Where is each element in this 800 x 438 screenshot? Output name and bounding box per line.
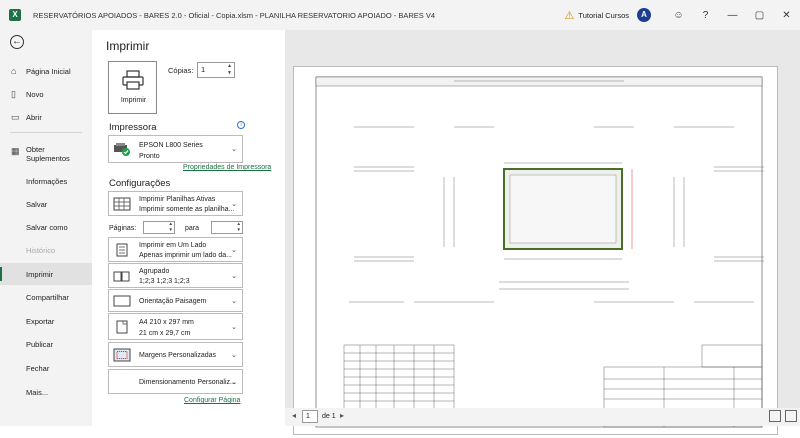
sidebar-item-home[interactable]: ⌂ Página Inicial <box>0 60 92 82</box>
copies-spinner[interactable]: ▲ ▼ <box>227 63 232 77</box>
scaling-select[interactable]: Dimensionamento Personaliz... ⌄ <box>108 369 243 394</box>
preview-drawing <box>315 76 764 428</box>
info-icon[interactable]: i <box>237 121 245 129</box>
print-button[interactable]: Imprimir <box>108 61 157 114</box>
close-button[interactable]: ✕ <box>773 10 800 21</box>
sidebar-item-info[interactable]: Informações <box>0 170 92 192</box>
pages-label: Páginas: <box>109 225 137 232</box>
sidebar-item-more[interactable]: Mais... <box>0 381 92 403</box>
new-file-icon: ▯ <box>11 88 16 99</box>
help-button[interactable]: ? <box>692 10 719 21</box>
sidebar-item-new[interactable]: ▯ Novo <box>0 83 92 105</box>
print-preview-area: ◂ 1 de 1 ▸ <box>285 30 800 435</box>
pages-from-input[interactable]: ▲ ▼ <box>143 221 175 234</box>
printer-section-title: Impressora <box>109 122 157 133</box>
chevron-down-icon: ⌄ <box>231 297 237 305</box>
page-title: Imprimir <box>106 39 150 53</box>
sidebar-item-publish[interactable]: Publicar <box>0 333 92 355</box>
sidebar-item-addins[interactable]: ▦ Obter Suplementos <box>0 140 92 168</box>
printer-ready-icon <box>114 143 130 156</box>
warning-icon[interactable]: ⚠ <box>565 9 575 22</box>
margins-icon <box>113 348 131 361</box>
title-bar: X RESERVATÓRIOS APOIADOS - BARES 2.0 - O… <box>0 0 800 30</box>
window-title: RESERVATÓRIOS APOIADOS - BARES 2.0 - Ofi… <box>33 10 436 20</box>
back-button[interactable]: ← <box>10 35 24 49</box>
print-settings-panel: Imprimir Imprimir Cópias: 1 ▲ ▼ Impressor… <box>92 30 285 426</box>
feedback-icon[interactable]: ☺ <box>665 10 692 21</box>
page-setup-link[interactable]: Configurar Página <box>184 397 240 404</box>
printer-properties-link[interactable]: Propriedades de Impressora <box>183 164 271 171</box>
minimize-button[interactable]: — <box>719 10 746 21</box>
sheet-grid-icon <box>113 197 131 210</box>
collate-icon <box>113 271 130 281</box>
one-sided-icon <box>116 243 128 256</box>
sidebar-item-open[interactable]: ▭ Abrir <box>0 106 92 128</box>
orientation-select[interactable]: Orientação Paisagem ⌄ <box>108 289 243 312</box>
folder-icon: ▭ <box>11 111 20 122</box>
sidebar-item-history: Histórico <box>26 245 56 255</box>
page-count-label: de 1 <box>322 413 336 420</box>
show-margins-button[interactable] <box>769 410 781 422</box>
chevron-down-icon: ⌄ <box>231 246 237 254</box>
chevron-down-icon: ⌄ <box>231 272 237 280</box>
chevron-down-icon: ⌄ <box>231 378 237 386</box>
excel-logo-icon: X <box>9 9 21 21</box>
chevron-down-icon: ⌄ <box>231 146 237 153</box>
landscape-icon <box>113 295 131 306</box>
grid-icon: ▦ <box>11 146 20 156</box>
preview-navigation-bar: ◂ 1 de 1 ▸ <box>285 408 800 426</box>
previous-page-button[interactable]: ◂ <box>292 411 296 420</box>
backstage-sidebar: ← ⌂ Página Inicial ▯ Novo ▭ Abrir ▦ Obte… <box>0 30 92 426</box>
settings-section-title: Configurações <box>109 178 171 189</box>
zoom-to-page-button[interactable] <box>785 410 797 422</box>
chevron-down-icon: ⌄ <box>231 351 237 359</box>
paper-icon <box>116 320 128 333</box>
copies-label: Cópias: <box>168 66 194 75</box>
sidebar-item-print[interactable]: Imprimir <box>0 263 92 285</box>
current-page-input[interactable]: 1 <box>302 410 318 423</box>
pages-from-spinner[interactable]: ▲ ▼ <box>169 221 173 233</box>
restore-button[interactable]: ▢ <box>746 10 773 21</box>
margins-select[interactable]: Margens Personalizadas ⌄ <box>108 342 243 367</box>
printer-select[interactable]: EPSON L800 Series Pronto ⌄ <box>108 135 243 163</box>
sidebar-item-share[interactable]: Compartilhar <box>0 286 92 308</box>
paper-size-select[interactable]: A4 210 x 297 mm 21 cm x 29,7 cm ⌄ <box>108 313 243 340</box>
sidebar-item-close[interactable]: Fechar <box>0 357 92 379</box>
home-icon: ⌂ <box>11 66 17 76</box>
chevron-down-icon: ⌄ <box>231 200 237 208</box>
avatar[interactable]: A <box>637 8 651 22</box>
sidebar-item-save[interactable]: Salvar <box>0 193 92 215</box>
next-page-button[interactable]: ▸ <box>340 411 344 420</box>
sides-select[interactable]: Imprimir em Um Lado Apenas imprimir um l… <box>108 237 243 262</box>
pages-to-input[interactable]: ▲ ▼ <box>211 221 243 234</box>
collation-select[interactable]: Agrupado 1;2;3 1;2;3 1;2;3 ⌄ <box>108 263 243 288</box>
printer-icon <box>122 70 144 90</box>
pages-to-spinner[interactable]: ▲ ▼ <box>237 221 241 233</box>
copies-input[interactable]: 1 ▲ ▼ <box>197 62 235 78</box>
sidebar-item-save-as[interactable]: Salvar como <box>0 216 92 238</box>
print-what-select[interactable]: Imprimir Planilhas Ativas Imprimir somen… <box>108 191 243 216</box>
chevron-down-icon: ⌄ <box>231 323 237 331</box>
user-name[interactable]: Tutorial Cursos <box>578 11 629 20</box>
sidebar-divider <box>10 132 82 133</box>
preview-page[interactable] <box>293 66 778 435</box>
sidebar-item-export[interactable]: Exportar <box>0 310 92 332</box>
pages-to-label: para <box>185 225 200 232</box>
